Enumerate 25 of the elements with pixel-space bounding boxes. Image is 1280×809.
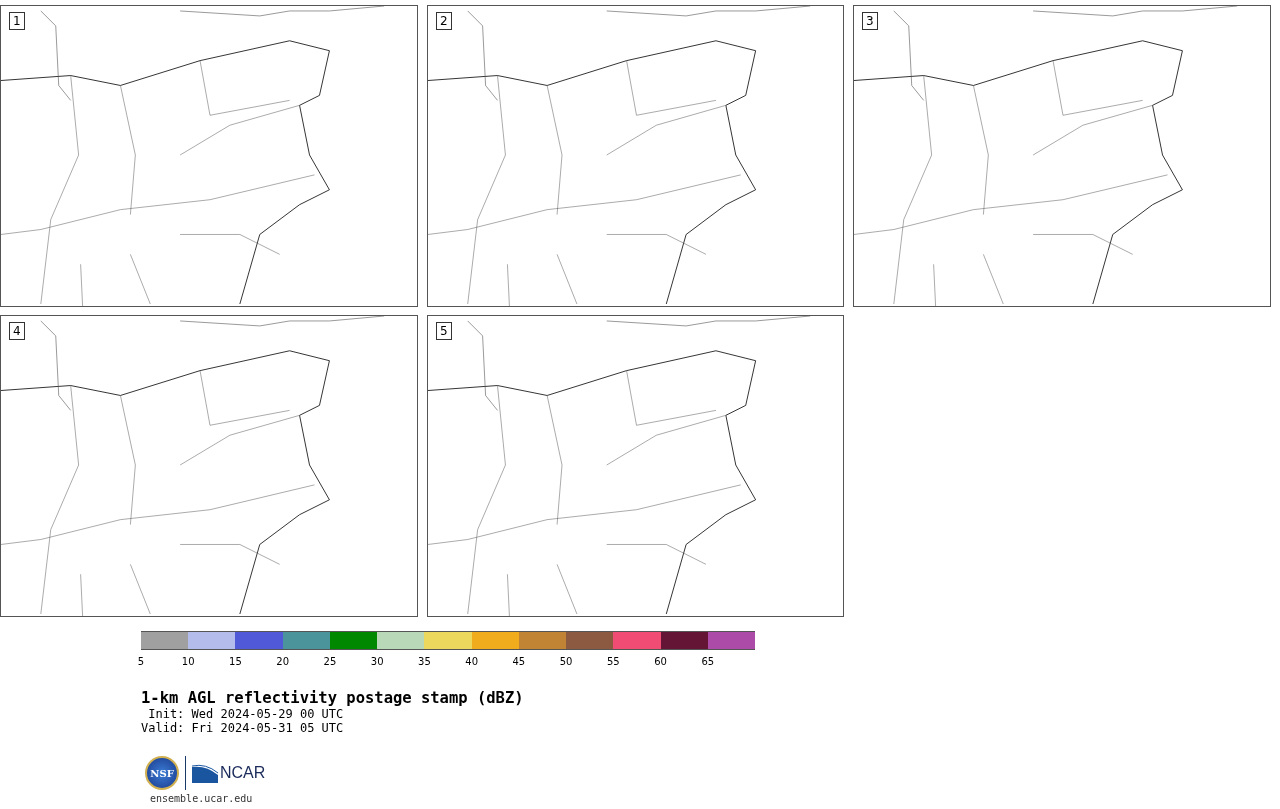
colorbar-tick-label: 35 xyxy=(418,656,431,667)
panel-number: 2 xyxy=(436,12,452,30)
panel-number: 4 xyxy=(9,322,25,340)
nsf-seal-logo: NSF xyxy=(145,756,179,790)
colorbar-tick-label: 5 xyxy=(137,656,145,667)
swoosh-icon xyxy=(192,763,218,783)
panel-number: 5 xyxy=(436,322,452,340)
colorbar-tick-label: 50 xyxy=(559,656,573,667)
colorbar-tick-label: 30 xyxy=(370,656,384,667)
colorbar-tick-label: 45 xyxy=(512,656,526,667)
colorbar-tick-label: 15 xyxy=(229,656,242,667)
site-url: ensemble.ucar.edu xyxy=(150,793,254,804)
init-time: Init: Wed 2024-05-29 00 UTC xyxy=(147,707,345,721)
valid-time: Valid: Fri 2024-05-31 05 UTC xyxy=(141,721,345,735)
colorbar-tick-label: 25 xyxy=(323,656,337,667)
plot-title: 1-km AGL reflectivity postage stamp (dBZ) xyxy=(141,689,525,707)
colorbar-tick-label: 65 xyxy=(701,656,715,667)
colorbar-tick-label: 20 xyxy=(276,656,290,667)
colorbar-tick-label: 10 xyxy=(181,656,195,667)
ncar-wordmark: NCAR xyxy=(220,764,266,782)
colorbar-tick-label: 55 xyxy=(607,656,620,667)
panel-number: 1 xyxy=(9,12,25,30)
panel-number: 3 xyxy=(862,12,878,30)
colorbar-tick-label: 40 xyxy=(465,656,478,667)
colorbar-tick-label: 60 xyxy=(654,656,667,667)
